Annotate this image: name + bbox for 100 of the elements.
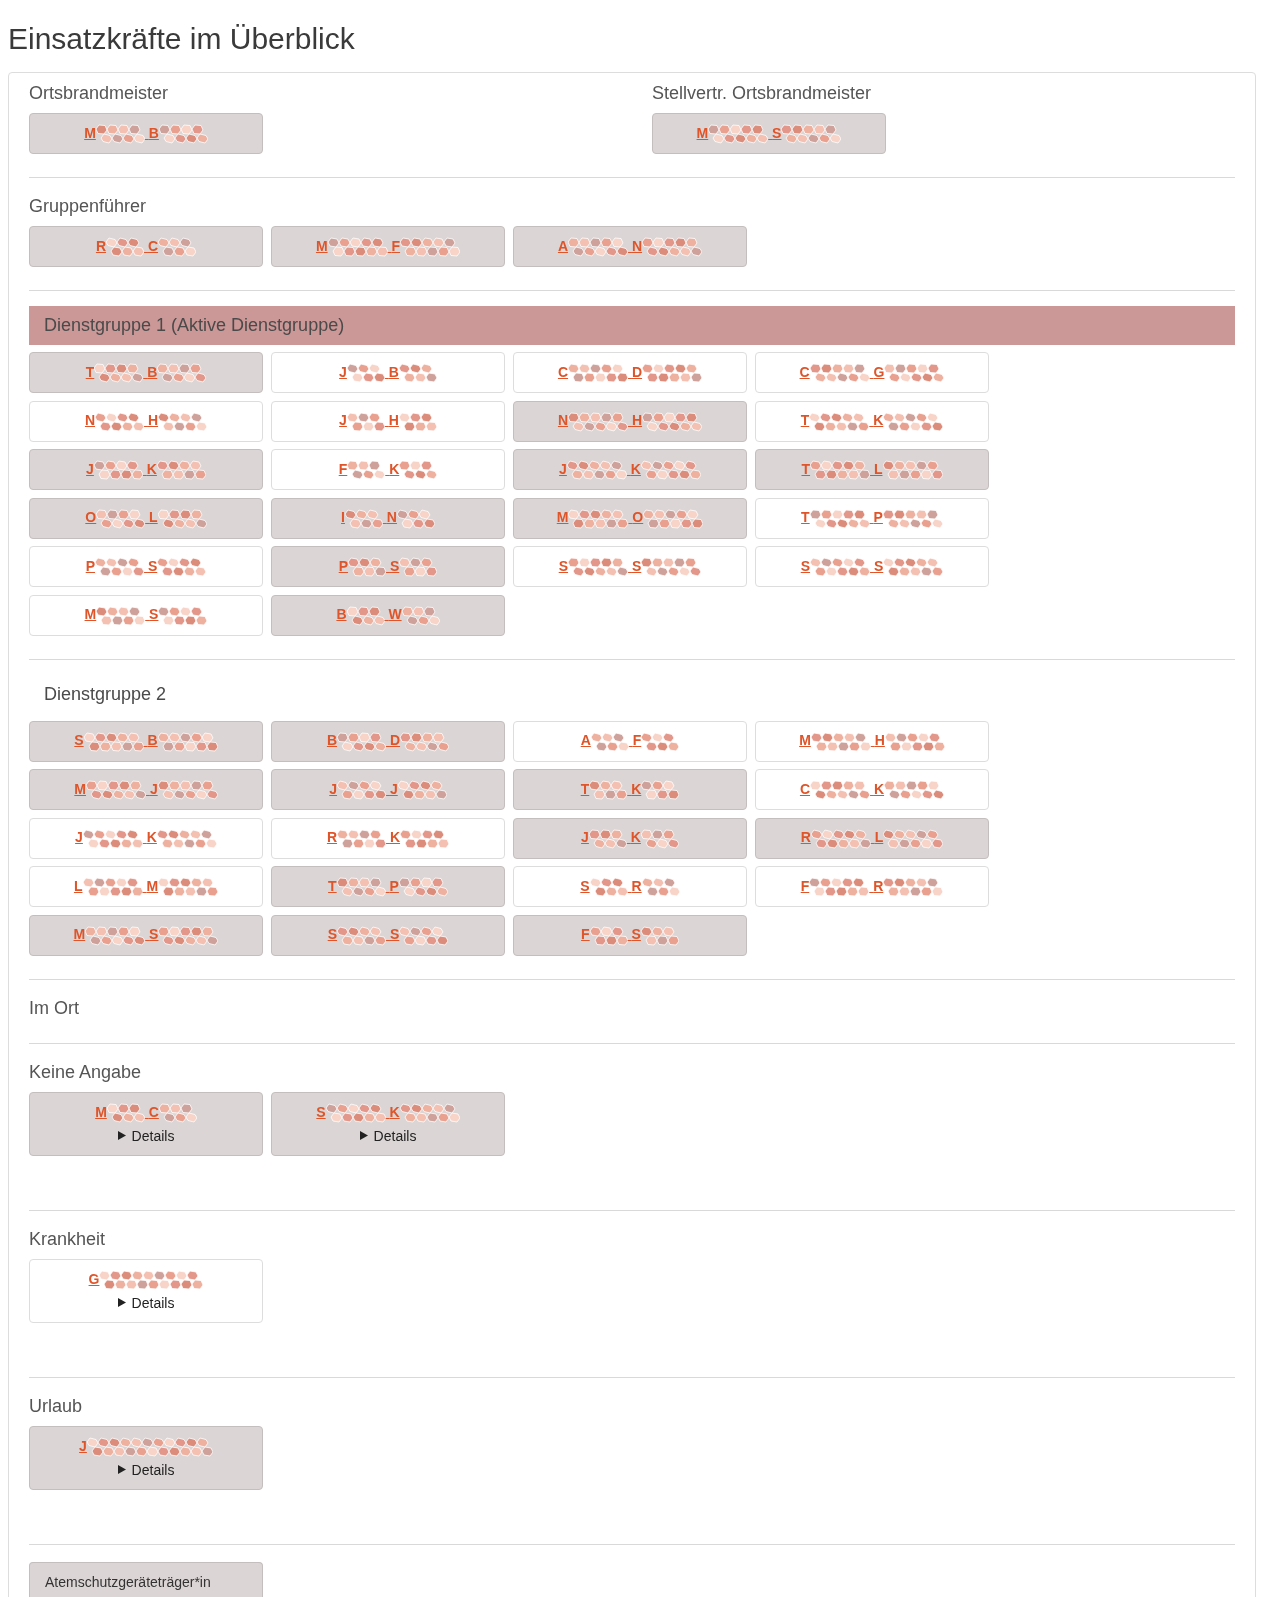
mosaic-icon (566, 460, 627, 481)
member-link[interactable]: S R (580, 875, 680, 898)
member-link[interactable]: J J (329, 778, 447, 801)
member-link[interactable]: M J (74, 778, 218, 801)
member-link[interactable]: R L (800, 827, 944, 849)
member-link[interactable]: M B (84, 122, 208, 145)
member-link[interactable]: C D (557, 361, 703, 384)
mosaic-icon (810, 460, 871, 481)
section-label: Urlaub (29, 1394, 84, 1418)
member-link[interactable]: M O (556, 507, 704, 529)
member-link[interactable]: T B (85, 361, 207, 384)
member-link[interactable]: R K (326, 827, 450, 849)
member-link[interactable]: S K (316, 1101, 460, 1123)
mosaic-icon (95, 557, 145, 578)
mosaic-icon (337, 925, 387, 946)
member-link[interactable]: T P (328, 875, 448, 898)
member-link[interactable]: S B (74, 730, 218, 752)
member-link[interactable]: J K (581, 827, 679, 849)
member-link[interactable]: M S (84, 604, 208, 626)
details-toggle[interactable]: Details (117, 1124, 175, 1147)
member-link[interactable]: R C (95, 235, 197, 258)
mosaic-icon (348, 557, 387, 578)
mosaic-icon (82, 877, 143, 898)
mosaic-icon (82, 828, 143, 849)
member-link[interactable]: F K (338, 458, 438, 481)
mosaic-icon (398, 363, 437, 384)
member-link[interactable]: J K (559, 458, 701, 481)
member-link[interactable]: S S (558, 555, 702, 578)
member-link[interactable]: J B (339, 361, 437, 384)
mosaic-icon (809, 411, 870, 432)
mosaic-icon (809, 508, 870, 529)
details-toggle[interactable]: Details (117, 1458, 175, 1481)
member-link[interactable]: P S (85, 555, 207, 578)
member-link[interactable]: M S (73, 924, 219, 946)
member-link[interactable]: B D (326, 730, 450, 752)
member-link[interactable]: M S (696, 122, 842, 145)
details-toggle[interactable]: Details (359, 1124, 417, 1147)
member-link[interactable]: T L (801, 458, 943, 481)
member-link[interactable]: A F (580, 730, 680, 752)
mosaic-icon (400, 731, 450, 752)
member-link[interactable]: N H (84, 410, 208, 432)
member-link[interactable]: T K (580, 778, 680, 801)
member-link[interactable]: I N (341, 507, 435, 529)
member-link[interactable]: S S (327, 924, 449, 946)
mosaic-icon (642, 237, 703, 258)
mosaic-icon (347, 460, 386, 481)
mosaic-icon (641, 557, 702, 578)
member-link[interactable]: F S (581, 924, 679, 946)
mosaic-icon (96, 605, 146, 626)
mosaic-icon (157, 731, 218, 752)
mosaic-icon (640, 460, 701, 481)
section-label: Keine Angabe (29, 1060, 143, 1084)
mosaic-icon (158, 605, 208, 626)
member-link[interactable]: O L (85, 507, 207, 529)
member-link[interactable]: G (88, 1268, 204, 1290)
member-link[interactable]: S S (800, 555, 944, 578)
mosaic-icon (158, 237, 197, 258)
member-link[interactable]: M F (315, 235, 461, 258)
member-link[interactable]: J (79, 1435, 213, 1457)
mosaic-icon (399, 1102, 460, 1123)
details-toggle[interactable]: Details (117, 1291, 175, 1314)
member-link[interactable]: F R (800, 875, 944, 898)
member-link[interactable]: J K (86, 458, 206, 481)
mosaic-icon (337, 828, 387, 849)
mosaic-icon (157, 557, 207, 578)
mosaic-icon (156, 828, 217, 849)
mosaic-icon (810, 828, 871, 849)
mosaic-icon (336, 877, 386, 898)
member-link[interactable]: M H (799, 730, 945, 752)
mosaic-icon (337, 780, 387, 801)
mosaic-icon (588, 828, 627, 849)
mosaic-icon (398, 411, 437, 432)
member-link[interactable]: C K (799, 778, 945, 801)
member-link[interactable]: J K (75, 827, 217, 849)
mosaic-icon (643, 508, 704, 529)
section-label: Im Ort (29, 996, 80, 1020)
member-link[interactable]: P S (338, 555, 438, 578)
member-link[interactable]: J H (339, 410, 437, 432)
page-title: Einsatzkräfte im Überblick (8, 21, 355, 57)
member-link[interactable]: L M (73, 875, 219, 898)
mosaic-icon (884, 363, 945, 384)
mosaic-icon (157, 780, 218, 801)
mosaic-icon (86, 780, 146, 801)
member-link[interactable]: C G (799, 361, 945, 384)
member-link[interactable]: M C (95, 1101, 197, 1123)
member-link[interactable]: B W (336, 604, 440, 626)
member-link[interactable]: A N (557, 235, 703, 258)
mosaic-icon (884, 780, 945, 801)
member-link[interactable]: T P (801, 507, 943, 529)
category-button[interactable]: Atemschutzgeräteträger*in (29, 1561, 263, 1597)
mosaic-icon (396, 508, 435, 529)
mosaic-icon (883, 411, 944, 432)
mosaic-icon (400, 237, 461, 258)
mosaic-icon (106, 237, 145, 258)
mosaic-icon (158, 877, 219, 898)
mosaic-icon (399, 925, 449, 946)
member-link[interactable]: N H (557, 410, 703, 432)
mosaic-icon (158, 1102, 197, 1123)
member-link[interactable]: T K (800, 410, 944, 432)
mosaic-icon (781, 124, 842, 145)
